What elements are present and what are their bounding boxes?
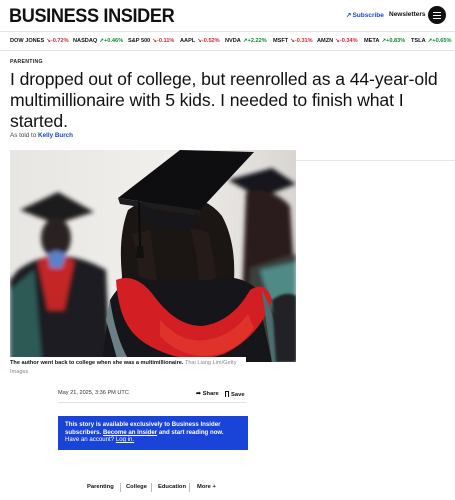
ticker-item[interactable]: S&P 500 ↘-0.11% bbox=[128, 38, 174, 44]
ticker-symbol: NVDA bbox=[225, 38, 241, 44]
arrow-up-right-icon: ↗ bbox=[346, 12, 352, 19]
more-label: More bbox=[197, 484, 211, 490]
byline: As told to Kelly Burch bbox=[10, 132, 73, 139]
ticker-change: ↘-0.11% bbox=[152, 38, 174, 44]
image-caption: The author went back to college when she… bbox=[10, 357, 246, 376]
paywall-banner: This story is available exclusively to B… bbox=[58, 416, 248, 450]
ticker-symbol: TSLA bbox=[411, 38, 426, 44]
more-tags-button[interactable]: More + bbox=[197, 484, 216, 490]
ticker-change: ↗+0.83% bbox=[381, 38, 405, 44]
ticker-change-value: +0.65% bbox=[432, 38, 452, 44]
save-button[interactable]: Save bbox=[225, 390, 245, 398]
tag-parenting[interactable]: Parenting bbox=[87, 484, 114, 490]
ticker-change-value: -0.11% bbox=[156, 38, 175, 44]
ticker-item[interactable]: AMZN ↘-0.34% bbox=[317, 38, 358, 44]
subscribe-link[interactable]: ↗Subscribe bbox=[346, 11, 384, 19]
author-link[interactable]: Kelly Burch bbox=[38, 132, 73, 139]
hamburger-icon bbox=[433, 11, 441, 13]
save-label: Save bbox=[231, 392, 245, 398]
publish-date: May 21, 2025, 3:36 PM UTC bbox=[58, 390, 129, 396]
ticker-item[interactable]: NVDA ↗+2.22% bbox=[225, 38, 267, 44]
become-insider-link[interactable]: Become an Insider bbox=[103, 429, 157, 436]
plus-icon: + bbox=[212, 484, 216, 490]
tag-education[interactable]: Education bbox=[158, 484, 186, 490]
ticker-symbol: S&P 500 bbox=[128, 38, 151, 44]
login-link[interactable]: Log in. bbox=[116, 436, 134, 443]
hero-image bbox=[10, 150, 296, 362]
ticker-change-value: +2.22% bbox=[247, 38, 267, 44]
graduation-photo bbox=[10, 150, 296, 362]
ticker-item[interactable]: TSLA ↗+0.65% bbox=[411, 38, 451, 44]
share-button[interactable]: ➦ Share bbox=[196, 390, 219, 397]
site-header: BUSINESS INSIDER ↗Subscribe Newsletters bbox=[0, 0, 455, 31]
divider bbox=[151, 483, 152, 492]
ticker-symbol: MSFT bbox=[273, 38, 289, 44]
ticker-item[interactable]: DOW JONES ↘-0.72% bbox=[10, 38, 69, 44]
ticker-change: ↘-0.31% bbox=[290, 38, 312, 44]
ticker-item[interactable]: MSFT ↘-0.31% bbox=[273, 38, 313, 44]
hamburger-icon-line bbox=[433, 17, 441, 19]
ticker-change-value: -0.72% bbox=[50, 38, 69, 44]
byline-prefix: As told to bbox=[10, 132, 37, 139]
ticker-change-value: -0.34% bbox=[339, 38, 358, 44]
article-headline: I dropped out of college, but reenrolled… bbox=[10, 69, 438, 131]
article-category[interactable]: PARENTING bbox=[10, 59, 43, 65]
ticker-change-value: +0.83% bbox=[386, 38, 406, 44]
ticker-change-value: +0.46% bbox=[103, 38, 124, 44]
market-ticker-bar: DOW JONES ↘-0.72% NASDAQ ↗+0.46% S&P 500 ↘-0.… bbox=[0, 31, 455, 51]
divider bbox=[296, 160, 455, 161]
ticker-change: ↗+0.46% bbox=[99, 38, 123, 44]
paywall-message-cont: and start reading now. bbox=[158, 428, 224, 436]
divider bbox=[120, 483, 121, 492]
ticker-change: ↗+2.22% bbox=[243, 38, 267, 44]
ticker-symbol: DOW JONES bbox=[10, 38, 45, 44]
ticker-change: ↘-0.72% bbox=[46, 38, 68, 44]
ticker-change-value: -0.52% bbox=[201, 38, 220, 44]
ticker-item[interactable]: META ↗+0.83% bbox=[364, 38, 405, 44]
have-account-text: Have an account? bbox=[65, 436, 115, 444]
ticker-item[interactable]: AAPL ↘-0.52% bbox=[180, 38, 220, 44]
tag-college[interactable]: College bbox=[126, 484, 147, 490]
ticker-item[interactable]: NASDAQ ↗+0.46% bbox=[73, 38, 123, 44]
ticker-change-value: -0.31% bbox=[294, 38, 313, 44]
ticker-symbol: META bbox=[364, 38, 380, 44]
ticker-change: ↘-0.34% bbox=[335, 38, 357, 44]
ticker-symbol: NASDAQ bbox=[73, 38, 98, 44]
ticker-change: ↗+0.65% bbox=[428, 38, 452, 44]
newsletters-link[interactable]: Newsletters bbox=[389, 11, 426, 18]
ticker-symbol: AAPL bbox=[180, 38, 196, 44]
caption-text: The author went back to college when she… bbox=[10, 360, 184, 366]
subscribe-label: Subscribe bbox=[352, 12, 384, 19]
hamburger-icon-line bbox=[433, 14, 441, 16]
divider bbox=[189, 483, 190, 492]
divider bbox=[58, 402, 247, 403]
share-label: Share bbox=[202, 391, 219, 397]
ticker-change: ↘-0.52% bbox=[197, 38, 219, 44]
bookmark-icon bbox=[225, 391, 229, 397]
site-logo[interactable]: BUSINESS INSIDER bbox=[9, 5, 175, 28]
menu-button[interactable] bbox=[428, 6, 446, 24]
share-icon: ➦ bbox=[196, 391, 202, 397]
ticker-symbol: AMZN bbox=[317, 38, 334, 44]
